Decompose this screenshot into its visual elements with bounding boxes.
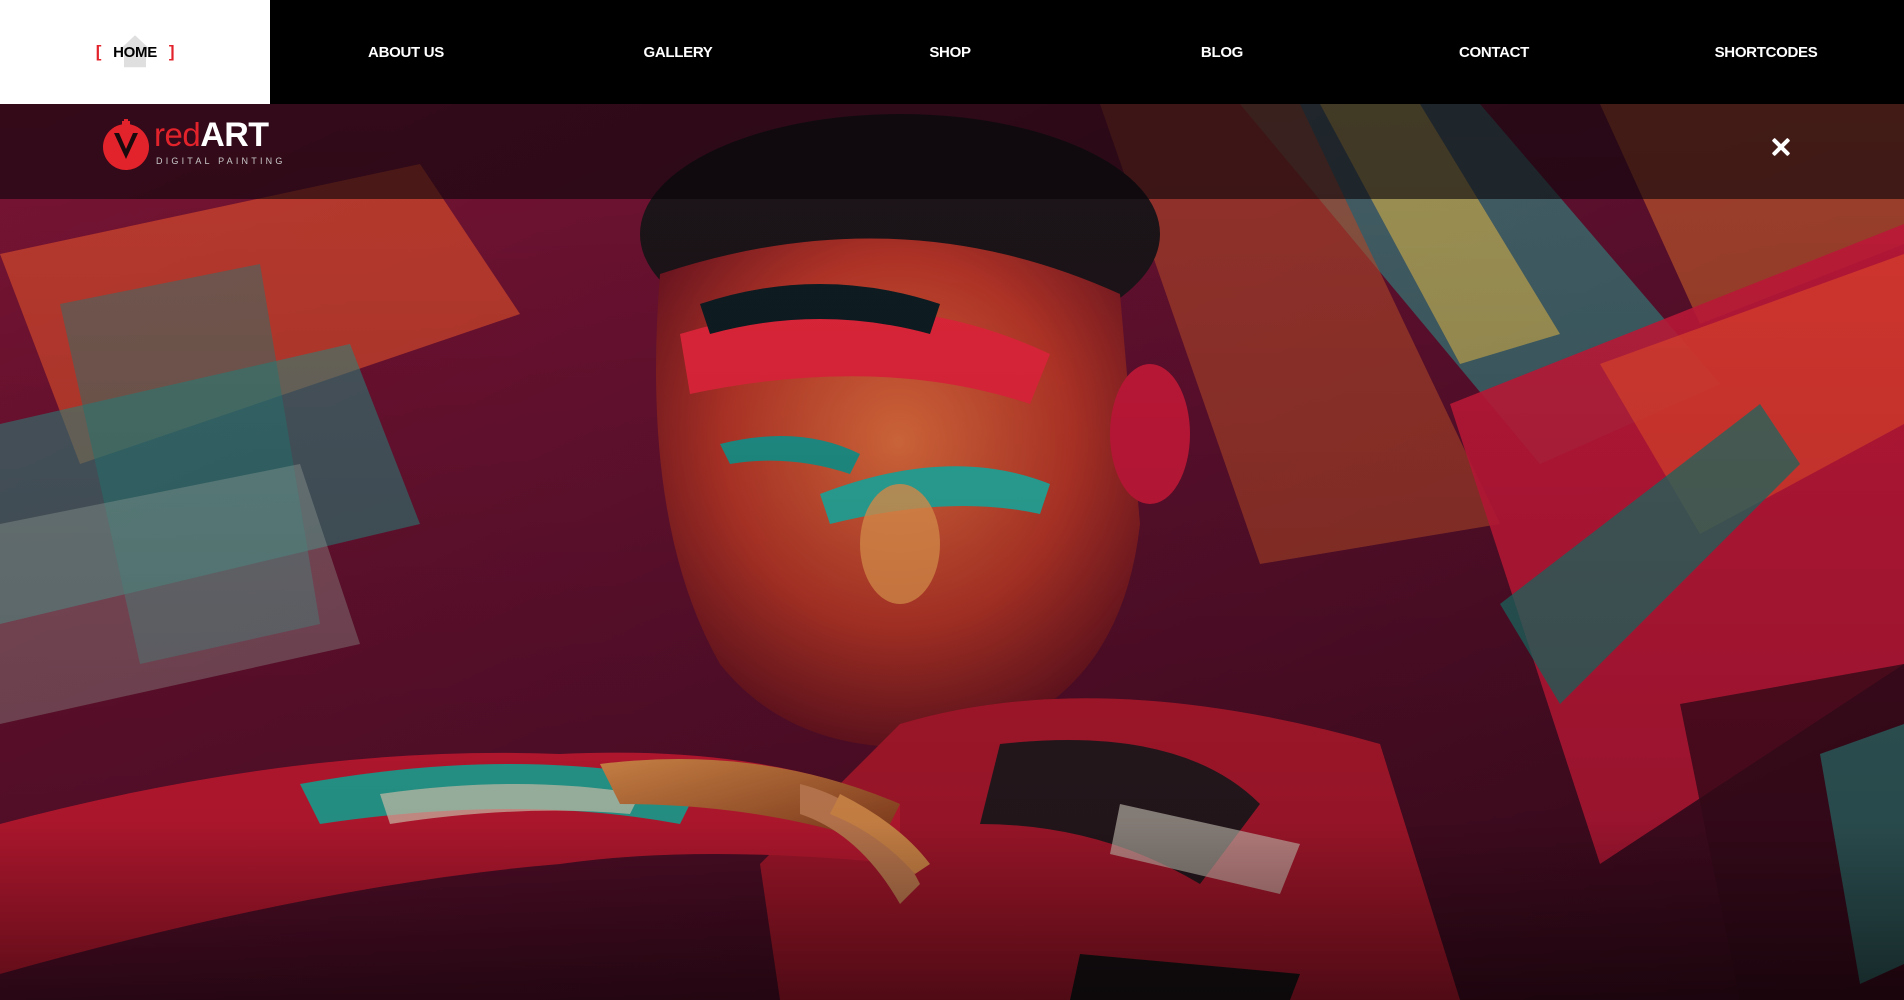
- hero-image: [0, 104, 1904, 1000]
- nav-item-label: SHOP: [929, 43, 971, 61]
- nav-item-contact[interactable]: CONTACT: [1358, 0, 1630, 104]
- paintbrush-drop-icon: [103, 119, 149, 170]
- main-nav: [ HOME ] ABOUT US GALLERY SHOP BLOG CONT…: [0, 0, 1904, 104]
- brand-logo[interactable]: redART DIGITAL PAINTING: [100, 116, 300, 172]
- nav-item-label: BLOG: [1200, 43, 1244, 61]
- nav-item-shop[interactable]: SHOP: [814, 0, 1086, 104]
- nav-item-label: GALLERY: [643, 43, 713, 61]
- nav-item-blog[interactable]: BLOG: [1086, 0, 1358, 104]
- active-bracket-right: ]: [168, 42, 175, 61]
- nav-item-label: SHORTCODES: [1714, 43, 1818, 61]
- brand-name-part2: ART: [200, 116, 269, 154]
- nav-item-gallery[interactable]: GALLERY: [542, 0, 814, 104]
- nav-item-label: CONTACT: [1458, 43, 1530, 61]
- nav-item-about-us[interactable]: ABOUT US: [270, 0, 542, 104]
- nav-item-label: HOME: [113, 43, 157, 61]
- nav-item-label: ABOUT US: [368, 43, 444, 61]
- brand-name-part1: red: [154, 116, 201, 153]
- close-icon[interactable]: [1766, 132, 1796, 162]
- nav-item-home[interactable]: [ HOME ]: [0, 0, 270, 104]
- brand-tagline: DIGITAL PAINTING: [156, 156, 286, 166]
- nav-item-shortcodes[interactable]: SHORTCODES: [1630, 0, 1902, 104]
- hero-artwork: [0, 104, 1904, 1000]
- brand-name: redART: [154, 116, 269, 155]
- active-bracket-left: [: [95, 42, 102, 61]
